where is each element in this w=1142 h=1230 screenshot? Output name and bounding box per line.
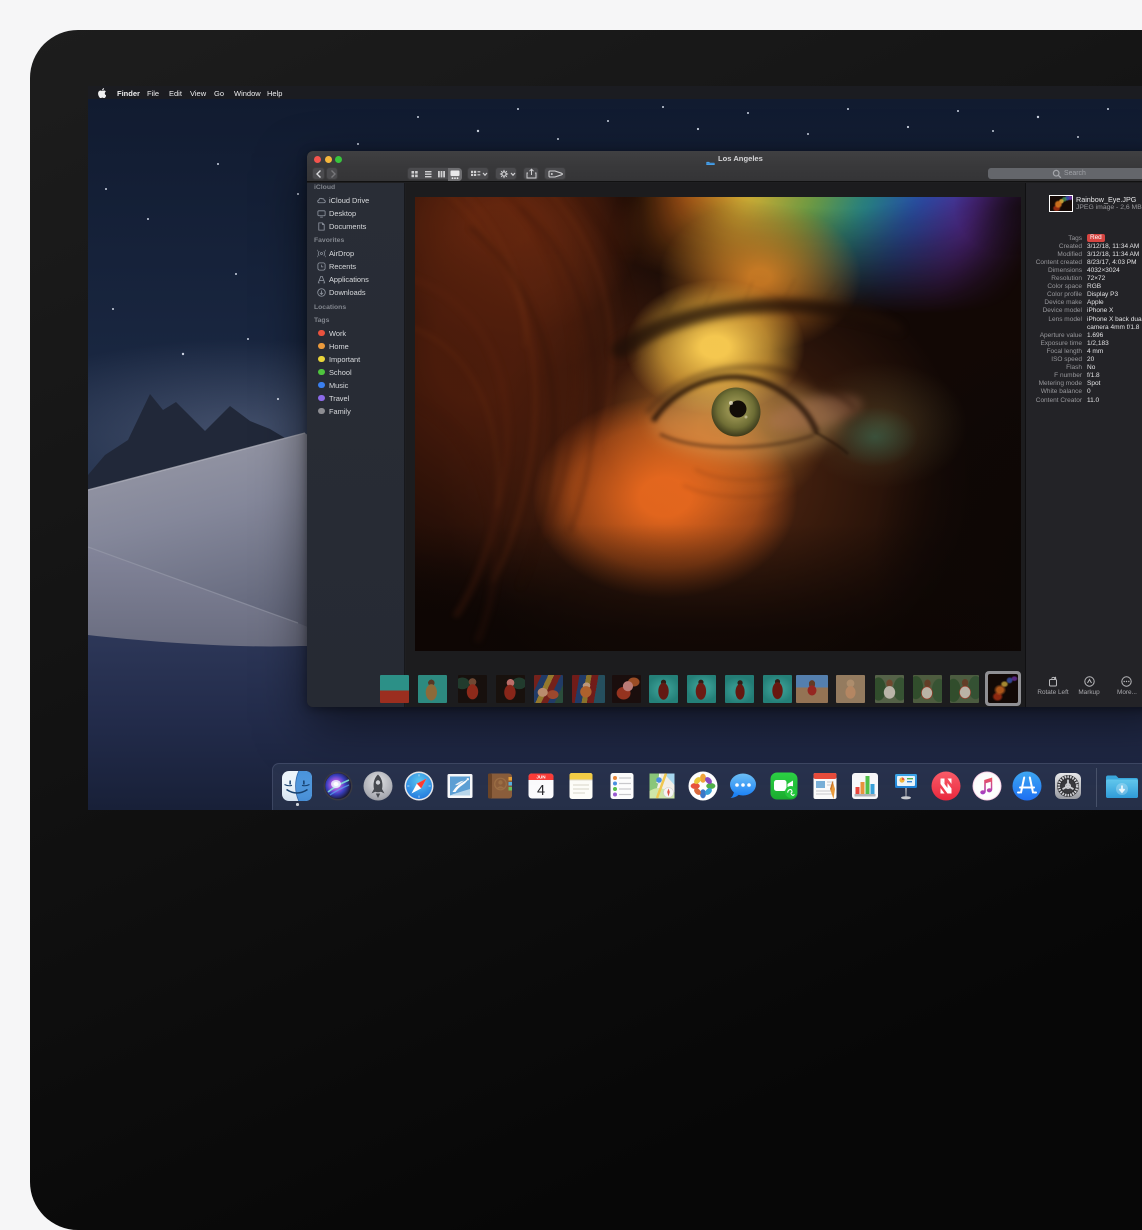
svg-text:JUN: JUN [536, 775, 546, 780]
svg-text:4: 4 [536, 783, 544, 799]
